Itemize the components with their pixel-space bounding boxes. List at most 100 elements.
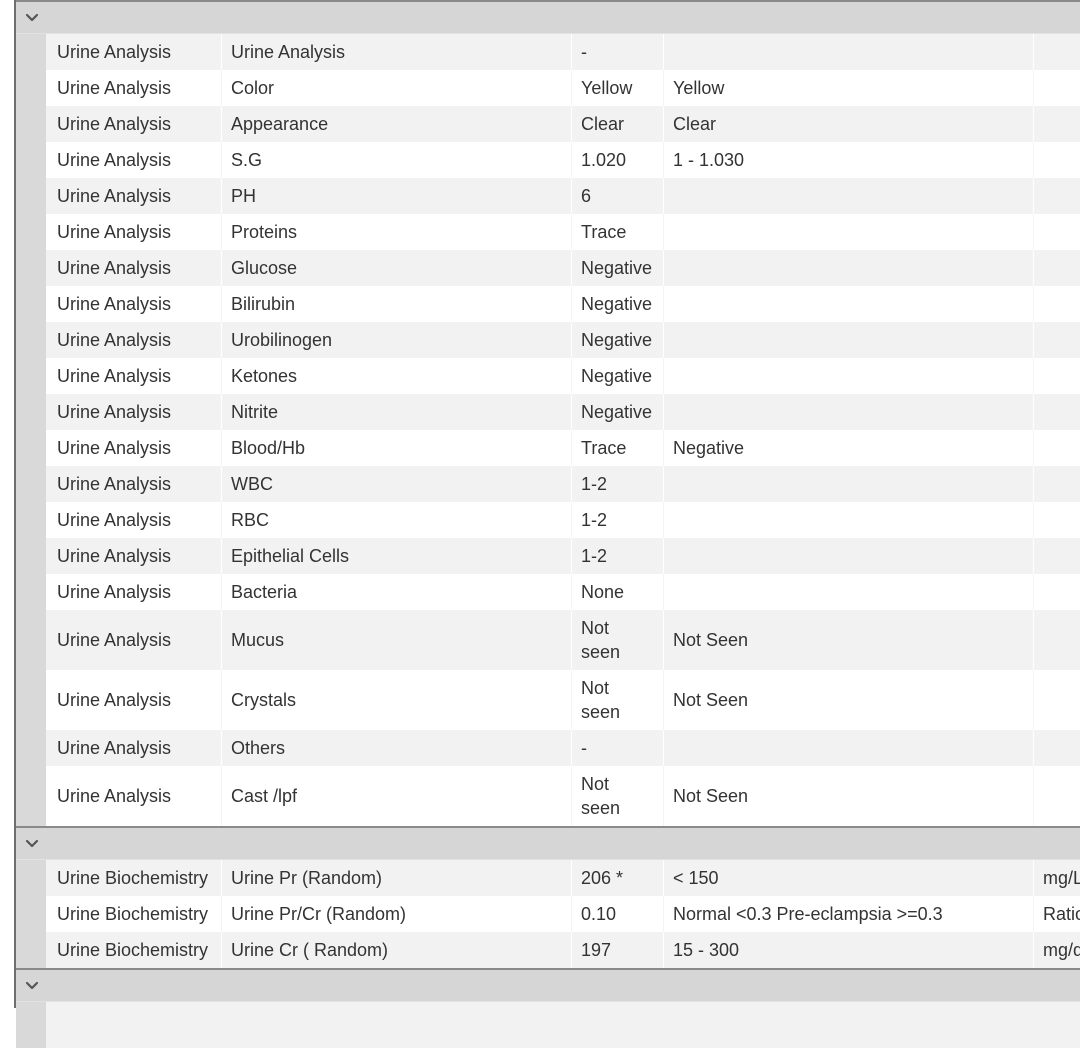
table-row[interactable]: Urine Analysis Urine Analysis - [16,34,1080,70]
row-group [16,968,1080,1048]
column-divider [663,466,664,502]
table-row[interactable]: Urine Biochemistry Urine Pr/Cr (Random) 0.… [16,896,1080,932]
table-row[interactable]: Urine Biochemistry Urine Pr (Random) 206 *… [16,860,1080,896]
section-cell: Urine Analysis [57,474,172,494]
result-cell: Negative [581,330,653,350]
row-gutter [16,860,46,896]
table-row[interactable]: Urine Analysis Cast /lpf Not seen Not Seen [16,766,1080,826]
reference-range-cell: Not Seen [673,786,749,806]
unit-cell: mg/L [1043,868,1080,888]
section-cell: Urine Analysis [57,690,172,710]
test-name-cell: Color [231,78,275,98]
result-cell: Trace [581,438,627,458]
column-divider [1033,214,1034,250]
column-divider [663,574,664,610]
result-cell: Not seen [581,774,621,818]
row-gutter [16,394,46,430]
row-gutter [16,142,46,178]
column-divider [1033,502,1034,538]
table-row[interactable]: Urine Analysis PH 6 [16,178,1080,214]
result-cell: 206 * [581,868,624,888]
result-cell: Clear [581,114,625,134]
result-cell: Negative [581,402,653,422]
unit-cell: Ratio [1043,904,1080,924]
table-row[interactable]: Urine Analysis Nitrite Negative [16,394,1080,430]
reference-range-cell: Not Seen [673,630,749,650]
group-rows: Urine Analysis Urine Analysis - Urine Analy… [16,34,1080,826]
reference-range-cell: 15 - 300 [673,940,740,960]
column-divider [663,178,664,214]
row-gutter [16,358,46,394]
row-gutter [16,502,46,538]
column-divider [663,730,664,766]
row-gutter [16,538,46,574]
result-cell: 197 [581,940,612,960]
test-name-cell: Urine Analysis [231,42,346,62]
table-row[interactable]: Urine Analysis Bilirubin Negative [16,286,1080,322]
table-row[interactable]: Urine Analysis Blood/Hb Trace Negative [16,430,1080,466]
row-gutter [16,286,46,322]
table-row[interactable]: Urine Analysis RBC 1-2 [16,502,1080,538]
group-filler [16,1002,1080,1048]
chevron-down-icon [25,839,39,849]
result-cell: Not seen [581,618,621,662]
result-cell: 1-2 [581,510,608,530]
table-row[interactable]: Urine Analysis Color Yellow Yellow [16,70,1080,106]
table-row[interactable]: Urine Analysis Mucus Not seen Not Seen [16,610,1080,670]
table-row[interactable]: Urine Biochemistry Urine Cr ( Random) 197 1… [16,932,1080,968]
table-row[interactable]: Urine Analysis Glucose Negative [16,250,1080,286]
chevron-down-icon [25,13,39,23]
table-row[interactable]: Urine Analysis Epithelial Cells 1-2 [16,538,1080,574]
column-divider [1033,430,1034,466]
column-divider [663,322,664,358]
table-row[interactable]: Urine Analysis Bacteria None [16,574,1080,610]
reference-range-cell: 1 - 1.030 [673,150,745,170]
group-rows: Urine Biochemistry Urine Pr (Random) 206 *… [16,860,1080,968]
group-header[interactable] [16,0,1080,34]
group-header[interactable] [16,826,1080,860]
reference-range-cell: Clear [673,114,717,134]
column-divider [1033,142,1034,178]
table-row[interactable]: Urine Analysis Proteins Trace [16,214,1080,250]
row-gutter [16,214,46,250]
table-row[interactable]: Urine Analysis S.G 1.020 1 - 1.030 [16,142,1080,178]
column-divider [1033,286,1034,322]
column-divider [663,250,664,286]
row-gutter [16,766,46,826]
column-divider [1033,574,1034,610]
row-group: Urine Analysis Urine Analysis - Urine Analy… [16,0,1080,826]
row-gutter [16,250,46,286]
test-name-cell: Crystals [231,690,297,710]
test-name-cell: Bilirubin [231,294,296,314]
section-cell: Urine Analysis [57,582,172,602]
column-divider [1033,322,1034,358]
test-name-cell: Mucus [231,630,285,650]
table-row[interactable]: Urine Analysis WBC 1-2 [16,466,1080,502]
table-row[interactable]: Urine Analysis Crystals Not seen Not Seen [16,670,1080,730]
row-gutter [16,730,46,766]
row-gutter [16,670,46,730]
section-cell: Urine Analysis [57,546,172,566]
collapse-toggle[interactable] [22,835,42,853]
table-row[interactable]: Urine Analysis Urobilinogen Negative [16,322,1080,358]
test-name-cell: Bacteria [231,582,298,602]
collapse-toggle[interactable] [22,977,42,995]
row-group: Urine Biochemistry Urine Pr (Random) 206 *… [16,826,1080,968]
test-name-cell: Ketones [231,366,298,386]
test-name-cell: S.G [231,150,263,170]
section-cell: Urine Analysis [57,366,172,386]
test-name-cell: Urobilinogen [231,330,333,350]
reference-range-cell: Negative [673,438,745,458]
results-grid: Urine Analysis Urine Analysis - Urine Analy… [14,0,1080,1048]
result-cell: 1.020 [581,150,627,170]
column-divider [1033,106,1034,142]
table-row[interactable]: Urine Analysis Appearance Clear Clear [16,106,1080,142]
table-row[interactable]: Urine Analysis Others - [16,730,1080,766]
reference-range-cell: Normal <0.3 Pre-eclampsia >=0.3 [673,904,943,924]
result-cell: - [581,42,587,62]
column-divider [663,394,664,430]
group-header[interactable] [16,968,1080,1002]
collapse-toggle[interactable] [22,9,42,27]
table-row[interactable]: Urine Analysis Ketones Negative [16,358,1080,394]
test-name-cell: Appearance [231,114,329,134]
